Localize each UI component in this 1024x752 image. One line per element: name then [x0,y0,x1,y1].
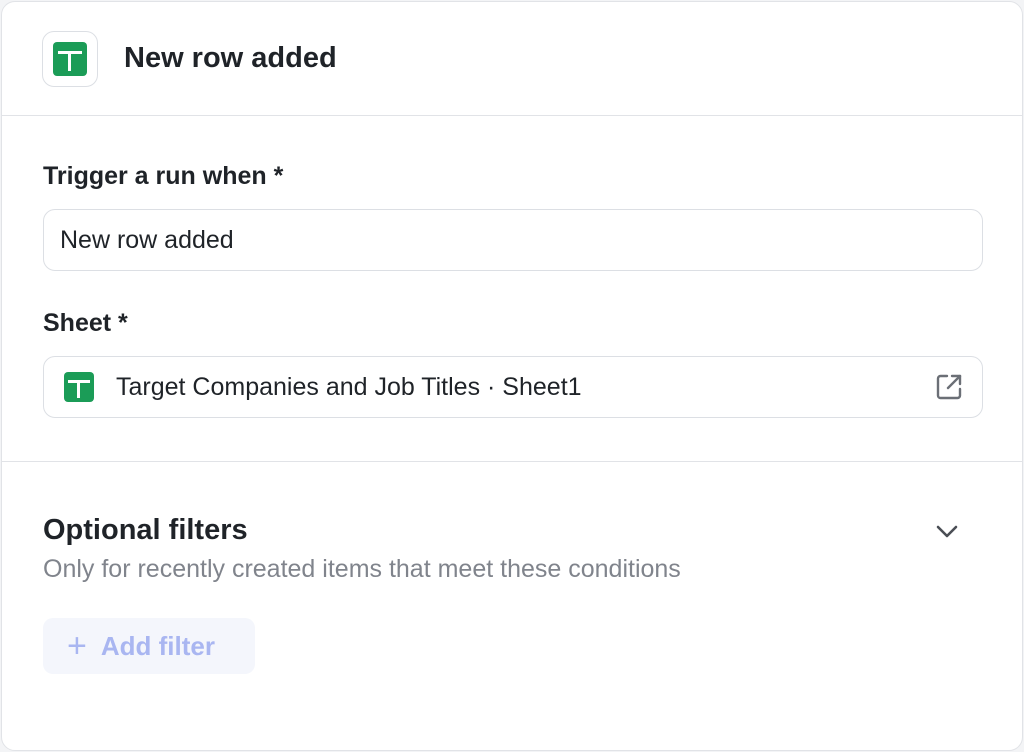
add-filter-button[interactable]: + Add filter [43,618,255,674]
trigger-select[interactable]: New row added [43,209,983,271]
required-fields-section: Trigger a run when * New row added Sheet… [2,116,1022,462]
add-filter-label: Add filter [100,630,215,661]
plus-icon: + [67,627,87,665]
chevron-down-icon[interactable] [934,522,960,540]
external-link-icon[interactable] [934,372,964,402]
trigger-label: Trigger a run when * [43,162,284,190]
optional-filters-section: Optional filters Only for recently creat… [2,462,1022,674]
google-sheets-icon [64,372,94,402]
sheet-select-value: Target Companies and Job Titles · Sheet1 [116,372,582,401]
app-badge [42,30,98,87]
google-sheets-icon [53,41,87,76]
optional-filters-title: Optional filters [43,514,248,546]
trigger-select-value: New row added [60,225,234,254]
optional-filters-subtitle: Only for recently created items that mee… [43,555,681,583]
sheet-label: Sheet * [43,309,128,337]
panel-header: New row added [2,2,1022,116]
sheet-select[interactable]: Target Companies and Job Titles · Sheet1 [43,356,983,418]
panel-title: New row added [124,42,337,74]
trigger-config-panel: New row added Trigger a run when * New r… [1,1,1023,751]
